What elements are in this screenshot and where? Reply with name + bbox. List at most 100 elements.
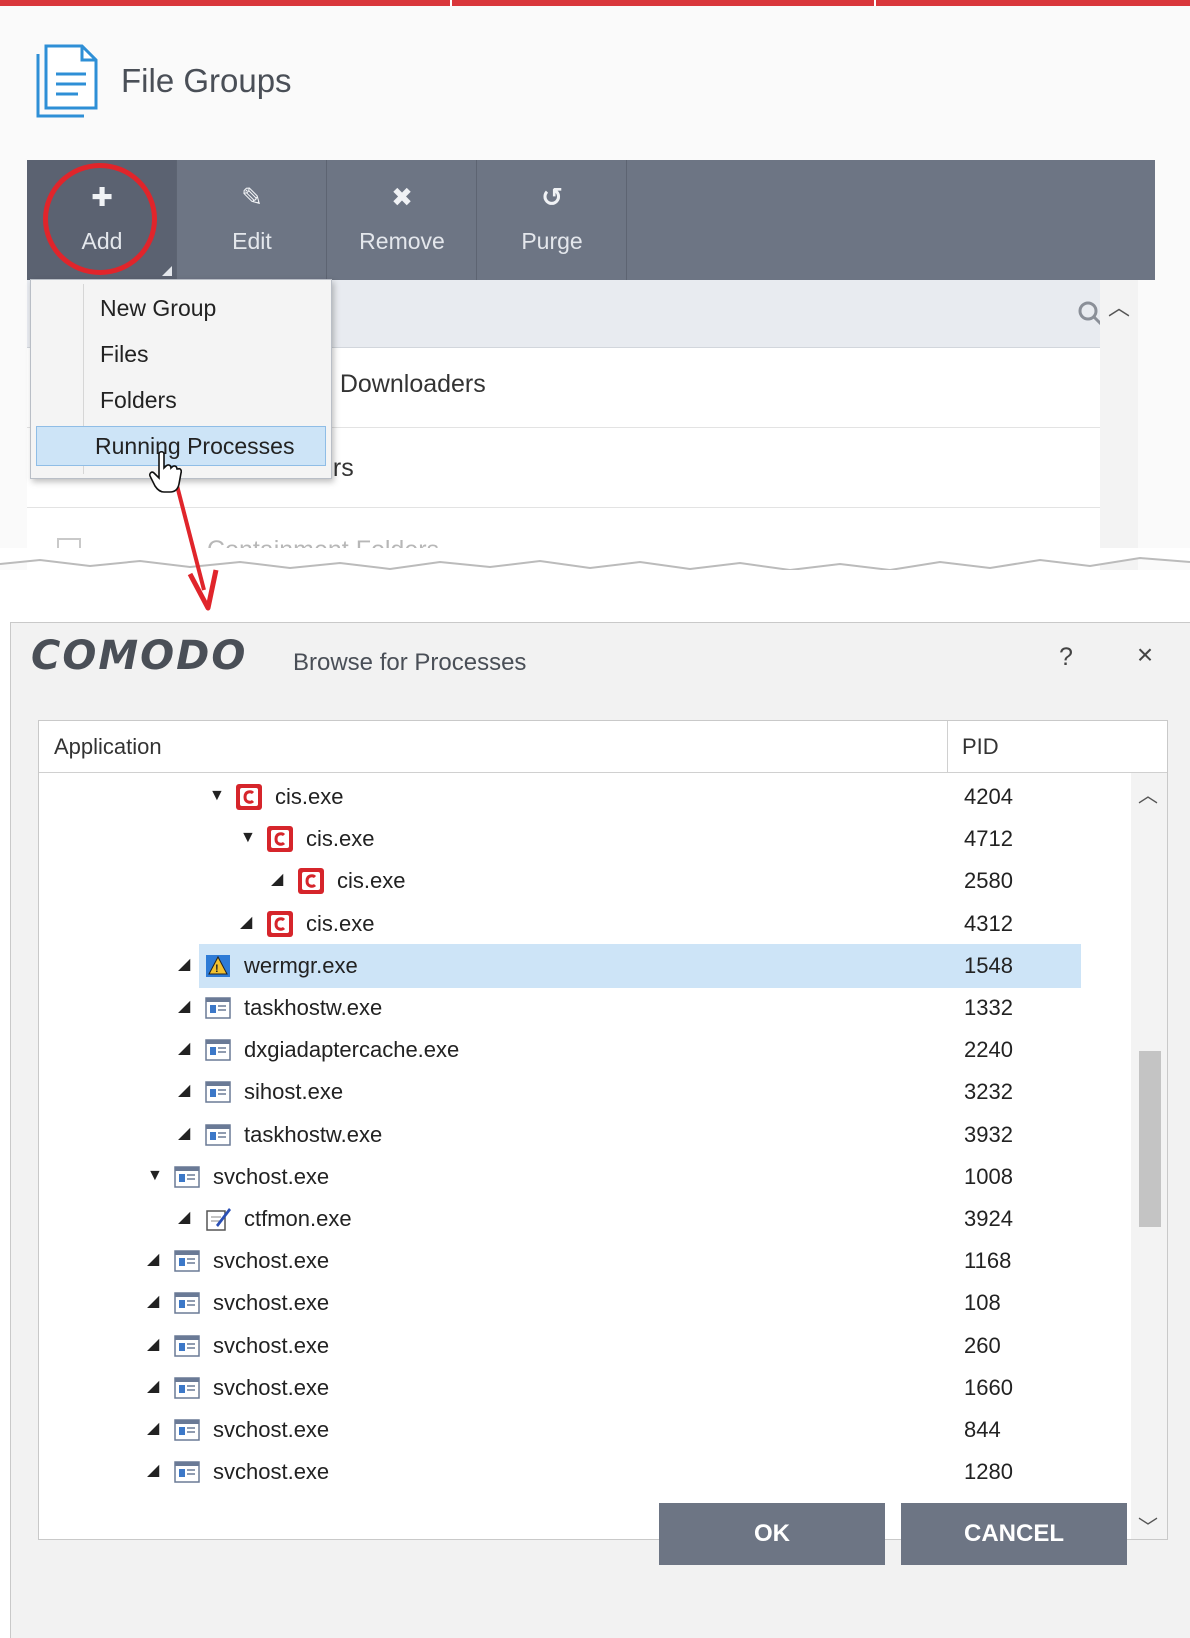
file-groups-icon bbox=[36, 44, 98, 118]
refresh-icon: ↺ bbox=[541, 182, 563, 212]
process-pid: 4712 bbox=[964, 826, 1013, 852]
top-accent-bar bbox=[0, 0, 1190, 6]
collapsed-triangle-icon[interactable]: ◢ bbox=[147, 1420, 165, 1438]
close-button[interactable]: × bbox=[1127, 639, 1163, 671]
process-row[interactable]: ▼ cis.exe 4204 bbox=[39, 775, 1129, 819]
purge-button-label: Purge bbox=[521, 228, 583, 254]
edit-button-label: Edit bbox=[232, 228, 272, 254]
process-name: wermgr.exe bbox=[244, 952, 358, 978]
collapsed-triangle-icon[interactable]: ◢ bbox=[178, 1040, 196, 1058]
collapsed-triangle-icon[interactable]: ◢ bbox=[178, 1082, 196, 1100]
dropdown-caret-icon bbox=[162, 266, 172, 276]
collapsed-triangle-icon[interactable]: ◢ bbox=[178, 1209, 196, 1227]
process-name: svchost.exe bbox=[213, 1459, 330, 1485]
app-window-icon bbox=[174, 1461, 200, 1483]
process-row[interactable]: ◢ ctfmon.exe 3924 bbox=[39, 1197, 1129, 1241]
column-divider[interactable] bbox=[947, 721, 948, 773]
process-row[interactable]: ◢ svchost.exe 1660 bbox=[39, 1366, 1129, 1410]
app-window-icon bbox=[205, 997, 231, 1019]
process-row[interactable]: ◢ taskhostw.exe 3932 bbox=[39, 1113, 1129, 1157]
collapsed-triangle-icon[interactable]: ◢ bbox=[240, 914, 258, 932]
collapsed-triangle-icon[interactable]: ◢ bbox=[147, 1336, 165, 1354]
comodo-icon bbox=[298, 868, 324, 895]
expand-triangle-icon[interactable]: ▼ bbox=[147, 1167, 165, 1185]
dialog-title: Browse for Processes bbox=[293, 649, 527, 676]
process-pid: 1008 bbox=[964, 1163, 1013, 1189]
app-window-icon bbox=[205, 1123, 231, 1146]
page-title: File Groups bbox=[121, 62, 292, 99]
chevron-up-icon[interactable]: ︿ bbox=[1108, 290, 1130, 322]
hand-cursor-icon bbox=[149, 450, 182, 493]
process-row[interactable]: ◢ sihost.exe 3232 bbox=[39, 1070, 1129, 1114]
process-pid: 1168 bbox=[964, 1248, 1012, 1274]
collapsed-triangle-icon[interactable]: ◢ bbox=[147, 1462, 165, 1480]
collapsed-triangle-icon[interactable]: ◢ bbox=[178, 998, 196, 1016]
process-row[interactable]: ◢ dxgiadaptercache.exe 2240 bbox=[39, 1028, 1129, 1072]
process-pid: 4204 bbox=[964, 784, 1013, 809]
process-name: svchost.exe bbox=[213, 1332, 330, 1358]
process-name: svchost.exe bbox=[213, 1417, 330, 1442]
process-pid: 260 bbox=[964, 1332, 1001, 1358]
comodo-icon bbox=[267, 910, 293, 937]
process-row[interactable]: ◢ cis.exe 4312 bbox=[39, 902, 1129, 946]
process-name: cis.exe bbox=[306, 826, 375, 852]
process-row[interactable]: ◢ svchost.exe 1168 bbox=[39, 1239, 1129, 1283]
collapsed-triangle-icon[interactable]: ◢ bbox=[147, 1378, 165, 1396]
app-window-icon bbox=[174, 1292, 200, 1315]
ctfmon-icon bbox=[206, 1208, 231, 1231]
app-window-icon bbox=[205, 1081, 231, 1104]
chevron-up-icon[interactable]: ︿ bbox=[1138, 779, 1158, 808]
app-window-icon bbox=[205, 1039, 231, 1061]
help-button[interactable]: ? bbox=[1051, 643, 1081, 672]
collapsed-triangle-icon[interactable]: ◢ bbox=[178, 956, 196, 974]
edit-button[interactable]: ✎ Edit bbox=[177, 160, 327, 280]
app-window-icon bbox=[174, 1377, 200, 1399]
add-dropdown-menu: New Group Files Folders Running Processe… bbox=[30, 279, 332, 479]
expand-triangle-icon[interactable]: ▼ bbox=[240, 829, 258, 847]
ok-button[interactable]: OK bbox=[659, 1503, 885, 1565]
comodo-logo: COMODO bbox=[31, 633, 248, 679]
comodo-icon bbox=[236, 784, 262, 810]
menu-item-new-group[interactable]: New Group bbox=[36, 288, 326, 328]
process-name: sihost.exe bbox=[244, 1079, 344, 1105]
process-pid: 1548 bbox=[964, 952, 1013, 978]
process-row[interactable]: ▼ cis.exe 4712 bbox=[39, 817, 1129, 861]
collapsed-triangle-icon[interactable]: ◢ bbox=[147, 1293, 165, 1311]
process-row[interactable]: ▼ svchost.exe 1008 bbox=[39, 1155, 1129, 1199]
process-pid: 4312 bbox=[964, 910, 1013, 936]
browse-processes-dialog: COMODO Browse for Processes ? × Applicat… bbox=[10, 622, 1190, 1638]
menu-item-folders[interactable]: Folders bbox=[36, 380, 326, 420]
process-row[interactable]: ◢ svchost.exe 108 bbox=[39, 1281, 1129, 1325]
process-row[interactable]: ◢ svchost.exe 1280 bbox=[39, 1450, 1129, 1494]
process-name: ctfmon.exe bbox=[244, 1206, 352, 1231]
process-row[interactable]: ◢ taskhostw.exe 1332 bbox=[39, 986, 1129, 1030]
process-row[interactable]: ◢ svchost.exe 260 bbox=[39, 1324, 1129, 1368]
process-table: Application PID ▼ cis.exe 4204 ▼ cis.exe 4712… bbox=[38, 720, 1168, 1540]
process-pid: 2580 bbox=[964, 868, 1013, 894]
scrollbar-thumb[interactable] bbox=[1139, 1051, 1161, 1227]
expand-triangle-icon[interactable]: ▼ bbox=[209, 787, 227, 805]
process-name: cis.exe bbox=[275, 784, 344, 809]
process-pid: 3232 bbox=[964, 1079, 1013, 1105]
process-name: dxgiadaptercache.exe bbox=[244, 1037, 460, 1063]
column-header-pid[interactable]: PID bbox=[962, 734, 999, 760]
process-row[interactable]: ◢ svchost.exe 844 bbox=[39, 1408, 1129, 1452]
process-row[interactable]: ◢! wermgr.exe 1548 bbox=[178, 943, 1081, 988]
chevron-down-icon[interactable]: ﹀ bbox=[1138, 1511, 1158, 1540]
collapsed-triangle-icon[interactable]: ◢ bbox=[178, 1125, 196, 1143]
process-row[interactable]: ◢ cis.exe 2580 bbox=[39, 859, 1129, 903]
pencil-icon: ✎ bbox=[241, 182, 263, 212]
column-header-application[interactable]: Application bbox=[54, 734, 162, 760]
menu-item-label: Folders bbox=[100, 387, 177, 413]
collapsed-triangle-icon[interactable]: ◢ bbox=[271, 871, 289, 889]
annotation-arrow bbox=[172, 473, 219, 611]
scrollbar[interactable] bbox=[1100, 280, 1138, 570]
purge-button[interactable]: ↺ Purge bbox=[477, 160, 627, 280]
cancel-button[interactable]: CANCEL bbox=[901, 1503, 1127, 1565]
process-pid: 1660 bbox=[964, 1374, 1013, 1400]
process-pid: 108 bbox=[964, 1290, 1001, 1316]
process-name: taskhostw.exe bbox=[244, 995, 383, 1020]
menu-item-files[interactable]: Files bbox=[36, 334, 326, 374]
remove-button[interactable]: ✖ Remove bbox=[327, 160, 477, 280]
collapsed-triangle-icon[interactable]: ◢ bbox=[147, 1251, 165, 1269]
